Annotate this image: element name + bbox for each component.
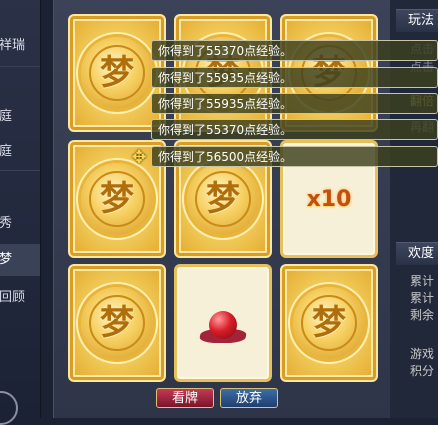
stats-line: 累计 xyxy=(410,274,435,288)
circle-button[interactable] xyxy=(0,391,18,425)
card-face-item xyxy=(174,264,272,382)
dream-medal-icon: 梦 xyxy=(81,37,153,109)
sidebar-item-label: 庭 xyxy=(0,144,13,159)
stats-line: 游戏 xyxy=(410,347,435,361)
sidebar-item-ting-2[interactable]: 庭 xyxy=(0,136,40,168)
dream-medal-icon: 梦 xyxy=(187,163,259,235)
sidebar-divider xyxy=(0,66,40,67)
xp-message: 你得到了56500点经验。 xyxy=(151,146,438,167)
sidebar-item-meng-active[interactable]: 梦 xyxy=(0,244,40,276)
sidebar: 祥瑞 庭 庭 秀 梦 回顾 xyxy=(0,0,41,425)
sidebar-item-review[interactable]: 回顾 xyxy=(0,282,40,314)
card-glyph: 梦 xyxy=(312,303,346,343)
sidebar-item-label: 庭 xyxy=(0,109,13,124)
stats-line: 积分 xyxy=(410,364,435,378)
stats-line: 累计 xyxy=(410,291,435,305)
card-glyph: 梦 xyxy=(206,179,240,219)
dream-medal-icon: 梦 xyxy=(293,287,365,359)
sidebar-item-label: 秀 xyxy=(0,216,13,231)
reveal-cards-button[interactable]: 看牌 xyxy=(156,388,214,408)
festival-header: 欢度 xyxy=(396,242,438,265)
dream-medal-icon: 梦 xyxy=(81,287,153,359)
xp-message: 你得到了55935点经验。 xyxy=(151,67,438,88)
card-glyph: 梦 xyxy=(100,303,134,343)
xp-message: 你得到了55370点经验。 xyxy=(151,40,438,61)
xp-message: 你得到了55370点经验。 xyxy=(151,119,438,140)
sidebar-item-ting-1[interactable]: 庭 xyxy=(0,101,40,133)
card-glyph: 梦 xyxy=(100,53,134,93)
sidebar-item-label: 祥瑞 xyxy=(0,38,26,53)
sidebar-divider xyxy=(0,170,40,171)
multiplier-label: x10 xyxy=(306,187,352,212)
dream-medal-icon: 梦 xyxy=(81,163,153,235)
rules-header: 玩法 xyxy=(396,9,438,32)
card-board: 梦 梦 梦 梦 梦 x10 梦 梦 xyxy=(53,0,391,418)
card-glyph: 梦 xyxy=(100,179,134,219)
card-back[interactable]: 梦 xyxy=(280,264,378,382)
sidebar-item-label: 回顾 xyxy=(0,290,26,305)
sidebar-item-label: 梦 xyxy=(0,252,13,267)
abandon-button[interactable]: 放弃 xyxy=(220,388,278,408)
card-back[interactable]: 梦 xyxy=(68,264,166,382)
sidebar-item-xiu[interactable]: 秀 xyxy=(0,208,40,240)
red-orb-icon xyxy=(209,311,237,339)
move-cursor-icon: ✥ xyxy=(131,147,147,168)
xp-message: 你得到了55935点经验。 xyxy=(151,93,438,114)
sidebar-item-xiangrui[interactable]: 祥瑞 xyxy=(0,30,40,62)
stats-line: 剩余 xyxy=(410,308,435,322)
